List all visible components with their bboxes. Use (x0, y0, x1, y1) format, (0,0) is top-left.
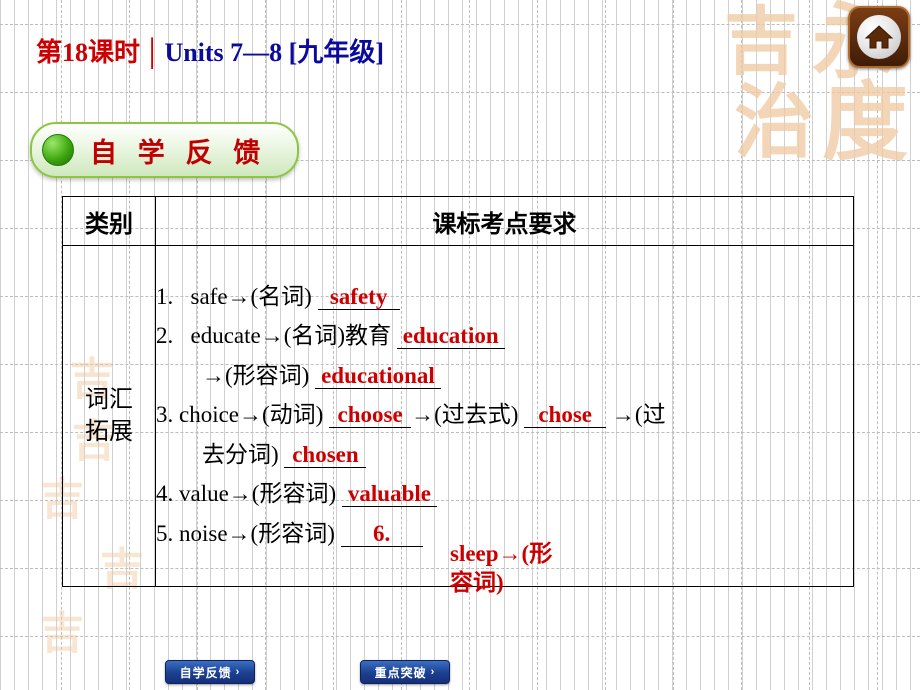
item-3-prompt3-tail: 去分词) (202, 441, 279, 467)
footer-button-self-study-label: 自学反馈 (179, 665, 232, 680)
item-2-answer: education (396, 324, 505, 350)
table-header-row: 类别 课标考点要求 (62, 196, 854, 246)
item-1-number: 1. (156, 283, 174, 309)
row-category-label: 词汇 拓展 (62, 245, 156, 587)
seal-char-4: 度 (822, 75, 908, 171)
item-4-answer: valuable (341, 482, 437, 508)
green-bullet-icon (42, 134, 74, 166)
footer-button-self-study[interactable]: 自学反馈 › (165, 660, 255, 684)
section-header-self-study-feedback: 自 学 反 馈 (30, 122, 299, 178)
section-title: 自 学 反 馈 (90, 137, 268, 168)
item-3-answer: choose (329, 403, 412, 429)
watermark-seal-5: 吉 (40, 609, 84, 658)
item-3-prompt: choice→(动词) (179, 402, 324, 428)
vocab-item-2: 2. educate→(名词)教育 education (156, 317, 853, 354)
item-2-prompt: educate→(名词)教育 (190, 323, 392, 349)
vocab-item-3: 3. choice→(动词) choose →(过去式) chose →(过 (156, 396, 853, 433)
chevron-right-icon: › (235, 666, 241, 678)
home-icon (857, 15, 901, 59)
item-2-sub-answer: educational (315, 363, 441, 389)
table-header-category: 类别 (62, 196, 156, 246)
footer-button-key-points[interactable]: 重点突破 › (360, 660, 450, 684)
page-title-units: Units 7—8 [九年级] (164, 38, 384, 67)
seal-char-1: 吉 (724, 2, 798, 84)
item-5-prompt: noise→(形容词) (179, 520, 335, 546)
vocab-item-2-sub: →(形容词) educational (156, 357, 853, 394)
page-title-separator: │ (143, 38, 162, 67)
vocab-item-3-cont: 去分词) chosen (156, 436, 853, 473)
item-1-prompt: safe→(名词) (190, 283, 312, 309)
chevron-right-icon: › (430, 666, 436, 678)
seal-char-3: 治 (734, 80, 814, 168)
item-2-number: 2. (156, 323, 174, 349)
item-3-answer2: chose (524, 403, 607, 429)
vocab-item-4: 4. value→(形容词) valuable (156, 475, 853, 512)
item-4-number: 4. (156, 481, 174, 507)
home-button[interactable] (848, 6, 910, 68)
item-1-answer: safety (317, 284, 400, 310)
item-5-answer: 6. (340, 521, 423, 547)
page-title: 第18课时 │ Units 7—8 [九年级] (36, 32, 384, 69)
item-3-prompt3-head: →(过 (611, 402, 666, 428)
item-3-answer3: chosen (284, 442, 367, 468)
item-3-prompt2: →(过去式) (411, 402, 519, 428)
overflow-text-sleep: sleep→(形容词) (450, 541, 553, 595)
page-title-lesson: 第18课时 (36, 38, 141, 67)
item-4-prompt: value→(形容词) (179, 481, 337, 507)
item-2-sub-prompt: →(形容词) (202, 362, 310, 388)
table-header-requirement: 课标考点要求 (155, 196, 854, 246)
vocab-item-1: 1. safe→(名词) safety (156, 278, 853, 315)
item-3-number: 3. (156, 402, 174, 428)
row-content: 1. safe→(名词) safety 2. educate→(名词)教育 ed… (155, 245, 854, 587)
footer-button-key-points-label: 重点突破 (374, 665, 427, 680)
table-row: 词汇 拓展 1. safe→(名词) safety 2. educate→(名词)… (62, 245, 854, 587)
vocabulary-table: 类别 课标考点要求 词汇 拓展 1. safe→(名词) safety 2. ed… (62, 196, 854, 587)
item-5-number: 5. (156, 520, 174, 546)
